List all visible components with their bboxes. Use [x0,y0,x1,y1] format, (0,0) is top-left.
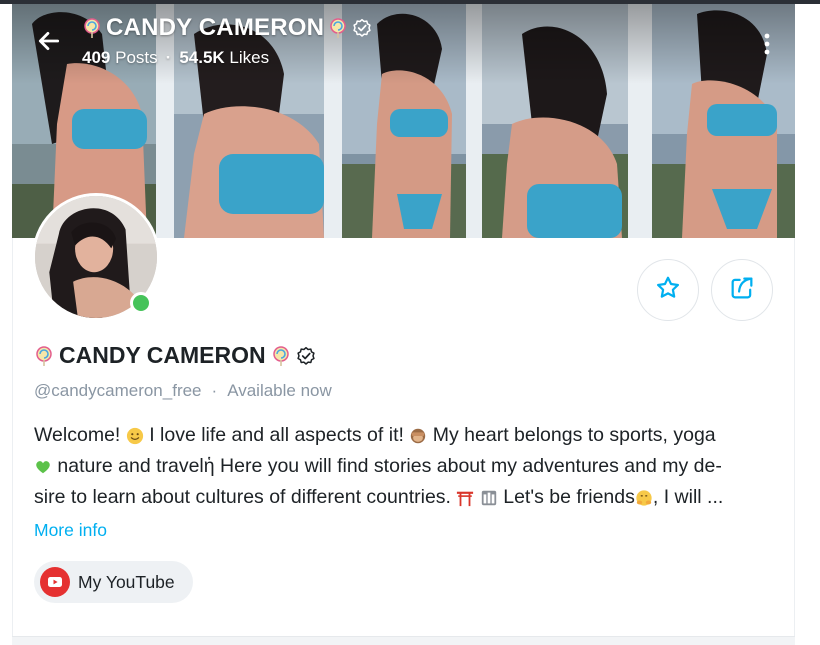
profile-bio: Welcome! I love life and all aspects of … [34,420,774,513]
smile-emoji-icon [126,427,144,445]
star-icon [654,274,682,307]
bio-text: nature and travelἡ Here you will find st… [57,455,722,477]
lollipop-icon [328,18,348,38]
bio-text: My heart belongs to sports, yoga [432,424,716,446]
likes-count: 54.5K [179,48,225,67]
youtube-icon [40,567,70,597]
verified-badge-icon [296,346,316,366]
banner-title-row: CANDY CAMERON [82,14,372,42]
banner-stats: 409 Posts · 54.5K Likes [82,48,372,68]
youtube-link-label: My YouTube [78,571,175,592]
profile-name-row: CANDY CAMERON [34,342,316,369]
see-no-evil-monkey-icon [409,427,427,445]
green-heart-icon [34,458,52,476]
arrow-left-icon [36,28,62,59]
lollipop-icon [82,18,102,38]
posts-count: 409 [82,48,111,67]
banner-title-block: CANDY CAMERON 409 Posts · 54.5K Likes [82,14,372,68]
stats-separator: · [165,48,172,67]
favorite-button[interactable] [637,259,699,321]
profile-handle-row: @candycameron_free · Available now [34,381,332,401]
more-info-link[interactable]: More info [34,520,107,541]
youtube-link-chip[interactable]: My YouTube [34,561,193,603]
bio-text: , I will ... [652,486,724,508]
more-vertical-icon [764,32,770,61]
profile-name: CANDY CAMERON [59,342,266,368]
card-divider [12,636,795,645]
posts-label: Posts [115,48,158,67]
bio-line: nature and travelἡ Here you will find st… [34,451,774,482]
bio-text: Let's be friends [503,486,635,508]
bio-line: Welcome! I love life and all aspects of … [34,420,774,451]
bio-welcome: Welcome! [34,424,121,446]
share-icon [728,274,756,307]
profile-handle[interactable]: @candycameron_free [34,381,202,401]
likes-label: Likes [229,48,270,67]
lollipop-icon [271,345,291,366]
handle-separator: · [211,381,218,400]
online-status-dot [130,292,152,314]
bio-text: sire to learn about cultures of differen… [34,486,451,508]
bio-line: sire to learn about cultures of differen… [34,482,774,513]
bio-text: I love life and all aspects of it! [149,424,404,446]
back-button[interactable] [34,28,64,58]
banner-title: CANDY CAMERON [106,14,325,41]
lollipop-icon [34,345,54,366]
share-button[interactable] [711,259,773,321]
profile-page: CANDY CAMERON 409 Posts · 54.5K Likes CA… [0,0,820,645]
verified-badge-icon [352,18,372,38]
availability-status: Available now [227,381,332,400]
torii-gate-icon [456,489,474,507]
more-options-button[interactable] [757,28,777,64]
hugging-face-icon [635,489,653,507]
castle-icon [480,489,498,507]
